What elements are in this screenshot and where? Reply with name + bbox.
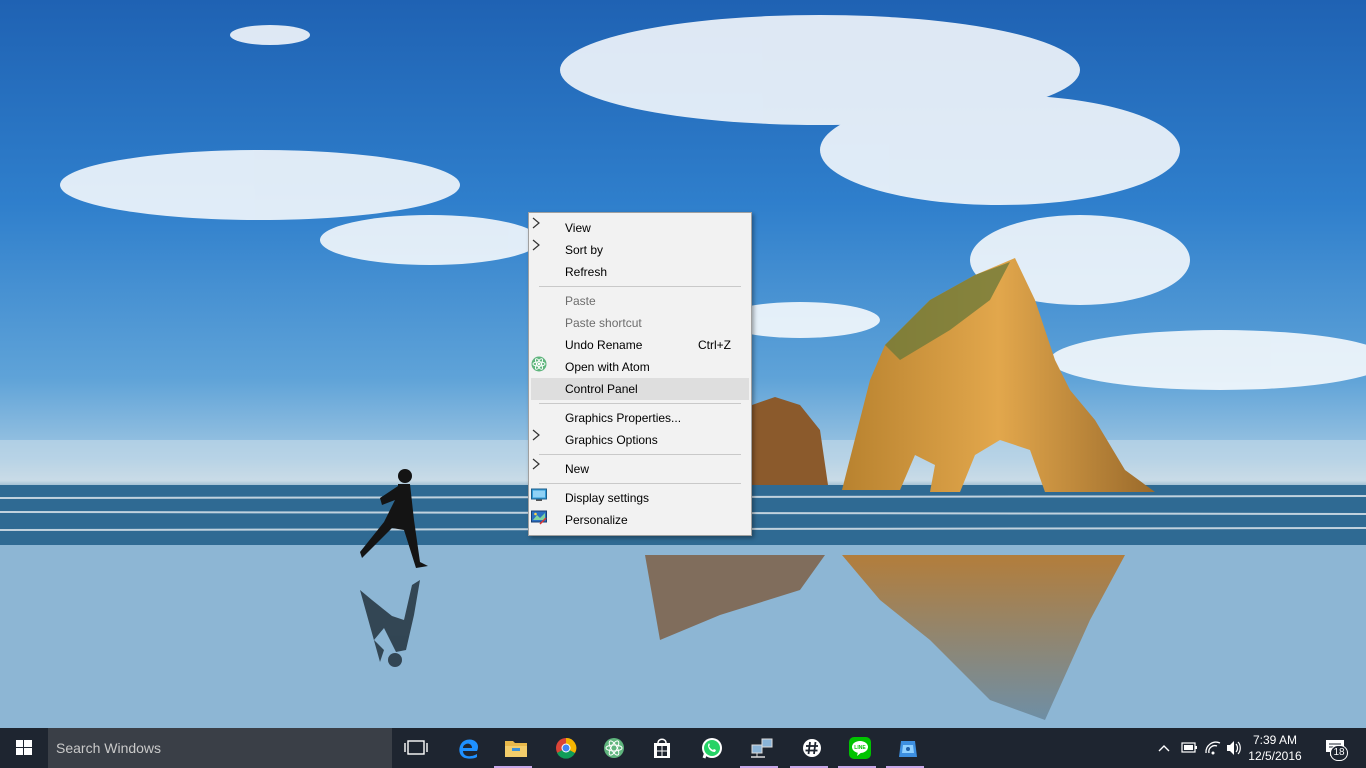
edge-icon [459, 739, 478, 759]
show-hidden-icons-button[interactable] [1154, 728, 1174, 768]
task-view-icon [404, 740, 428, 755]
menu-item-paste[interactable]: Paste [531, 290, 749, 312]
taskbar-file-explorer[interactable] [492, 728, 540, 768]
desktop-context-menu: View Sort by Refresh Paste Paste shortcu… [528, 212, 752, 536]
wifi-icon [1205, 741, 1221, 755]
atom-icon [531, 356, 547, 372]
menu-item-label: Sort by [565, 243, 604, 257]
display-icon [531, 488, 547, 501]
notification-count-badge: 18 [1330, 745, 1348, 761]
menu-item-refresh[interactable]: Refresh [531, 261, 749, 283]
chevron-up-icon [1158, 745, 1170, 752]
menu-item-new[interactable]: New [531, 458, 749, 480]
taskbar: Search Windows LINE 7:39 AM 12/5/2016 18 [0, 728, 1366, 768]
menu-item-label: Display settings [565, 491, 650, 505]
start-button[interactable] [0, 728, 48, 768]
search-box[interactable]: Search Windows [48, 728, 392, 768]
submenu-arrow-icon [532, 429, 540, 441]
store-icon [654, 738, 670, 758]
desktop-wallpaper[interactable]: View Sort by Refresh Paste Paste shortcu… [0, 0, 1366, 728]
line-icon: LINE [849, 737, 871, 759]
menu-item-label: Graphics Properties... [565, 411, 682, 425]
clock-date: 12/5/2016 [1248, 749, 1302, 763]
taskbar-chrome[interactable] [542, 728, 590, 768]
menu-item-control-panel[interactable]: Control Panel [531, 378, 749, 400]
menu-item-label: Paste [565, 294, 596, 308]
submenu-arrow-icon [532, 239, 540, 251]
atom-icon [604, 738, 624, 758]
network-button[interactable] [1202, 728, 1224, 768]
taskbar-whatsapp[interactable] [688, 728, 736, 768]
chrome-icon [556, 737, 577, 759]
taskbar-edge[interactable] [444, 728, 492, 768]
clock[interactable]: 7:39 AM 12/5/2016 [1244, 728, 1306, 768]
volume-icon [1227, 741, 1241, 755]
menu-separator [539, 403, 741, 404]
menu-item-label: Control Panel [565, 382, 638, 396]
volume-button[interactable] [1224, 728, 1244, 768]
battery-button[interactable] [1178, 728, 1200, 768]
menu-item-open-with-atom[interactable]: Open with Atom [531, 356, 749, 378]
file-explorer-icon [505, 741, 527, 757]
search-placeholder: Search Windows [56, 740, 162, 756]
menu-item-graphics-options[interactable]: Graphics Options [531, 429, 749, 451]
submenu-arrow-icon [532, 217, 540, 229]
task-view-button[interactable] [396, 728, 436, 768]
menu-item-label: View [565, 221, 591, 235]
menu-item-paste-shortcut[interactable]: Paste shortcut [531, 312, 749, 334]
hash-app-icon [803, 739, 821, 757]
personalize-icon [531, 510, 547, 525]
menu-item-display-settings[interactable]: Display settings [531, 487, 749, 509]
battery-icon [1181, 742, 1197, 753]
blue-app-icon [899, 741, 917, 757]
menu-item-label: Undo Rename [565, 338, 643, 352]
taskbar-atom[interactable] [590, 728, 638, 768]
taskbar-hash-app[interactable] [788, 728, 836, 768]
menu-item-label: Paste shortcut [565, 316, 642, 330]
submenu-arrow-icon [532, 458, 540, 470]
menu-item-label: Open with Atom [565, 360, 650, 374]
clock-time: 7:39 AM [1252, 733, 1298, 747]
menu-item-label: Graphics Options [565, 433, 658, 447]
menu-item-view[interactable]: View [531, 217, 749, 239]
menu-separator [539, 286, 741, 287]
menu-item-graphics-properties[interactable]: Graphics Properties... [531, 407, 749, 429]
menu-separator [539, 454, 741, 455]
svg-text:LINE: LINE [854, 745, 866, 751]
whatsapp-icon [702, 738, 722, 759]
menu-item-shortcut: Ctrl+Z [698, 338, 731, 352]
taskbar-blue-app[interactable] [884, 728, 932, 768]
taskbar-line[interactable]: LINE [836, 728, 884, 768]
menu-item-personalize[interactable]: Personalize [531, 509, 749, 531]
menu-item-undo-rename[interactable]: Undo Rename Ctrl+Z [531, 334, 749, 356]
menu-item-sort-by[interactable]: Sort by [531, 239, 749, 261]
menu-separator [539, 483, 741, 484]
taskbar-store[interactable] [638, 728, 686, 768]
menu-item-label: Refresh [565, 265, 608, 279]
menu-item-label: New [565, 462, 590, 476]
windows-logo-icon [16, 740, 32, 755]
taskbar-network-app[interactable] [738, 728, 786, 768]
menu-item-label: Personalize [565, 513, 628, 527]
network-app-icon [751, 738, 773, 758]
